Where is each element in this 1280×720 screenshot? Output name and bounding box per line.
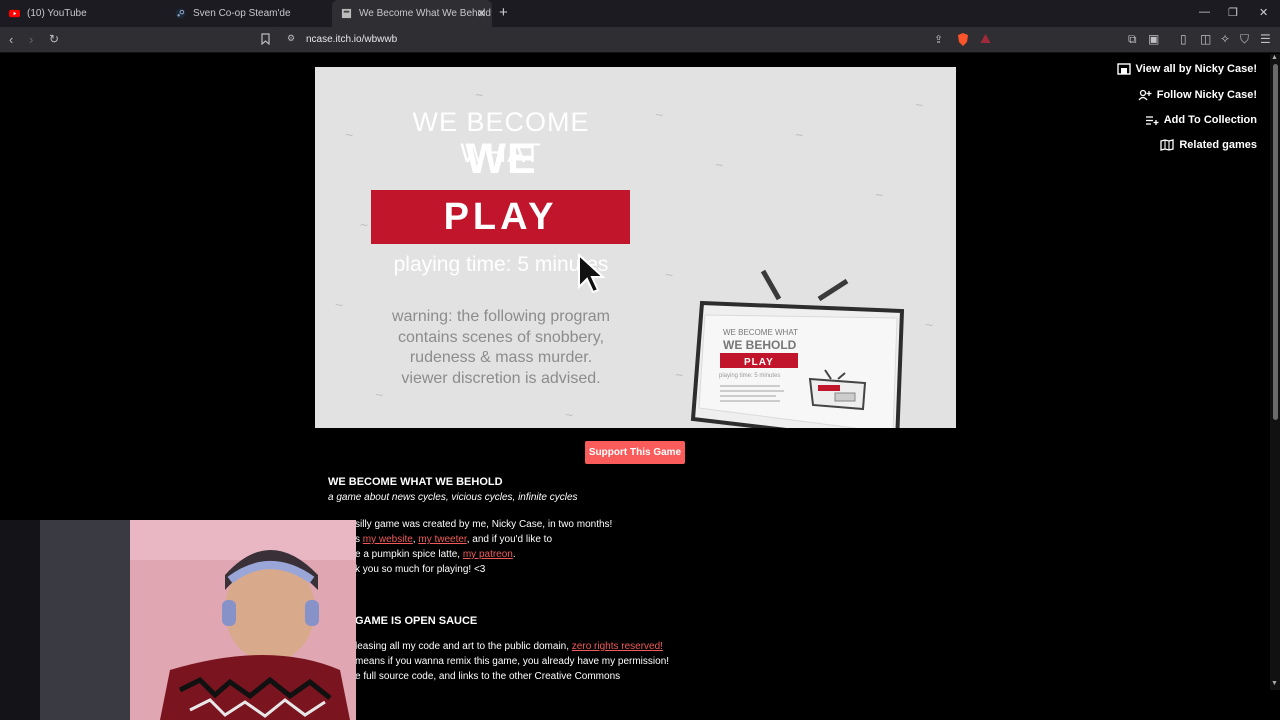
bookmark-icon[interactable]: [261, 33, 270, 48]
open-sauce-heading: GAME IS OPEN SAUCE: [355, 615, 478, 627]
site-info-icon[interactable]: ⚙: [287, 33, 295, 44]
tweeter-link[interactable]: my tweeter: [418, 534, 466, 545]
browser-window: (10) YouTube Sven Co-op Steam'de We Beco…: [0, 0, 1280, 720]
text: leasing all my code and art to the publi…: [355, 641, 572, 652]
warning-line: contains scenes of snobbery,: [397, 328, 605, 346]
webcam-feed: [0, 520, 356, 720]
zero-rights-link[interactable]: zero rights reserved!: [572, 641, 663, 652]
close-tab-icon[interactable]: ✕: [477, 7, 486, 20]
scroll-thumb[interactable]: [1273, 64, 1278, 420]
add-collection-label: Add To Collection: [1163, 114, 1257, 126]
page-scrollbar[interactable]: ▲ ▼: [1270, 54, 1280, 690]
youtube-icon: [9, 9, 20, 18]
follow-label: Follow Nicky Case!: [1156, 89, 1257, 101]
address-bar[interactable]: ⚙ ncase.itch.io/wbwwb ⇪: [261, 30, 997, 50]
add-user-icon: [1138, 89, 1152, 101]
store-icon: [1116, 63, 1131, 75]
vpn-icon[interactable]: ⛉: [1240, 32, 1249, 47]
game-embed[interactable]: ~ ~ ~ ~ ~ ~ ~ ~ ~ ~ ~ ~ ~ ~ ~ WE BECOME …: [315, 67, 956, 428]
paragraph-line: k you so much for playing! <3: [355, 564, 486, 575]
patreon-link[interactable]: my patreon: [463, 549, 513, 560]
scroll-up-icon[interactable]: ▲: [1271, 54, 1278, 61]
close-window-icon[interactable]: ✕: [1259, 6, 1268, 19]
view-all-label: View all by Nicky Case!: [1135, 63, 1257, 75]
menu-icon[interactable]: ☰: [1260, 32, 1271, 46]
tv-play: PLAY: [744, 357, 774, 368]
wallet-icon[interactable]: ◫: [1200, 32, 1211, 46]
scroll-down-icon[interactable]: ▼: [1271, 680, 1278, 687]
tab-title: We Become What We Behold by: [359, 8, 492, 19]
tv-title-line1: WE BECOME WHAT: [723, 328, 798, 337]
tab-youtube[interactable]: (10) YouTube: [0, 0, 165, 27]
tab-search-icon[interactable]: ▣: [1148, 32, 1159, 46]
brave-shield-icon[interactable]: [957, 33, 969, 49]
tv-title-line2: WE BEHOLD: [723, 338, 797, 352]
description-heading: WE BECOME WHAT WE BEHOLD: [328, 476, 503, 488]
map-icon: [1160, 139, 1174, 151]
game-description: WE BECOME WHAT WE BEHOLD a game about ne…: [328, 476, 928, 503]
tv-time: playing time: 5 minutes: [719, 373, 780, 379]
extensions-icon[interactable]: ⧉: [1128, 32, 1137, 47]
follow-button[interactable]: Follow Nicky Case!: [1134, 85, 1260, 105]
steam-icon: [175, 8, 186, 19]
tab-title: (10) YouTube: [27, 8, 87, 19]
mouse-cursor-icon: [578, 253, 606, 293]
text: s: [355, 534, 363, 545]
paragraph-line: e a pumpkin spice latte, my patreon.: [355, 549, 516, 560]
restore-icon[interactable]: ❐: [1228, 6, 1238, 19]
navigation-bar: ‹ › ↻ ⚙ ncase.itch.io/wbwwb ⇪ ⧉ ▣ ▯ ◫ ✧ …: [0, 27, 1280, 53]
tagline: a game about news cycles, vicious cycles…: [328, 492, 578, 503]
playlist-add-icon: [1145, 116, 1159, 125]
website-link[interactable]: my website: [363, 534, 413, 545]
add-to-collection-button[interactable]: Add To Collection: [1141, 110, 1260, 130]
tab-bar: (10) YouTube Sven Co-op Steam'de We Beco…: [0, 0, 1280, 27]
warning-line: rudeness & mass murder.: [409, 349, 593, 366]
text: , and if you'd like to: [466, 534, 553, 545]
warning-line: warning: the following program: [392, 308, 610, 325]
paragraph-line: means if you wanna remix this game, you …: [355, 656, 670, 667]
text: .: [512, 549, 516, 560]
sidebar-toggle-icon[interactable]: ▯: [1180, 32, 1187, 46]
support-button[interactable]: Support This Game: [585, 441, 685, 464]
minimize-icon[interactable]: —: [1199, 6, 1210, 18]
share-icon[interactable]: ⇪: [934, 33, 943, 46]
reload-icon[interactable]: ↻: [49, 32, 59, 46]
paragraph-line: silly game was created by me, Nicky Case…: [355, 519, 613, 530]
tab-title: Sven Co-op Steam'de: [193, 8, 291, 19]
paragraph-line: s my website, my tweeter, and if you'd l…: [355, 534, 552, 545]
webcam-overlay: [0, 520, 356, 720]
tab-wbwwb[interactable]: We Become What We Behold by ✕: [332, 0, 492, 27]
play-button[interactable]: PLAY: [371, 190, 630, 244]
warning-line: viewer discretion is advised.: [401, 369, 601, 387]
tab-steam[interactable]: Sven Co-op Steam'de: [166, 0, 331, 27]
page-icon: [341, 8, 352, 19]
paragraph-line: e full source code, and links to the oth…: [355, 671, 621, 682]
related-games-button[interactable]: Related games: [1157, 135, 1260, 155]
related-label: Related games: [1179, 139, 1257, 151]
forward-icon[interactable]: ›: [29, 32, 33, 47]
tv-illustration: WE BECOME WHAT WE BEHOLD PLAY playing ti…: [690, 269, 905, 428]
url-text: ncase.itch.io/wbwwb: [306, 34, 398, 45]
text: e a pumpkin spice latte,: [355, 549, 463, 560]
content-warning: warning: the following program contains …: [355, 307, 647, 389]
leo-ai-icon[interactable]: ✧: [1220, 32, 1230, 46]
new-tab-icon[interactable]: +: [499, 4, 508, 21]
rewards-icon[interactable]: [980, 33, 991, 47]
paragraph-line: leasing all my code and art to the publi…: [355, 641, 663, 652]
back-icon[interactable]: ‹: [9, 32, 13, 47]
view-all-button[interactable]: View all by Nicky Case!: [1113, 59, 1260, 79]
